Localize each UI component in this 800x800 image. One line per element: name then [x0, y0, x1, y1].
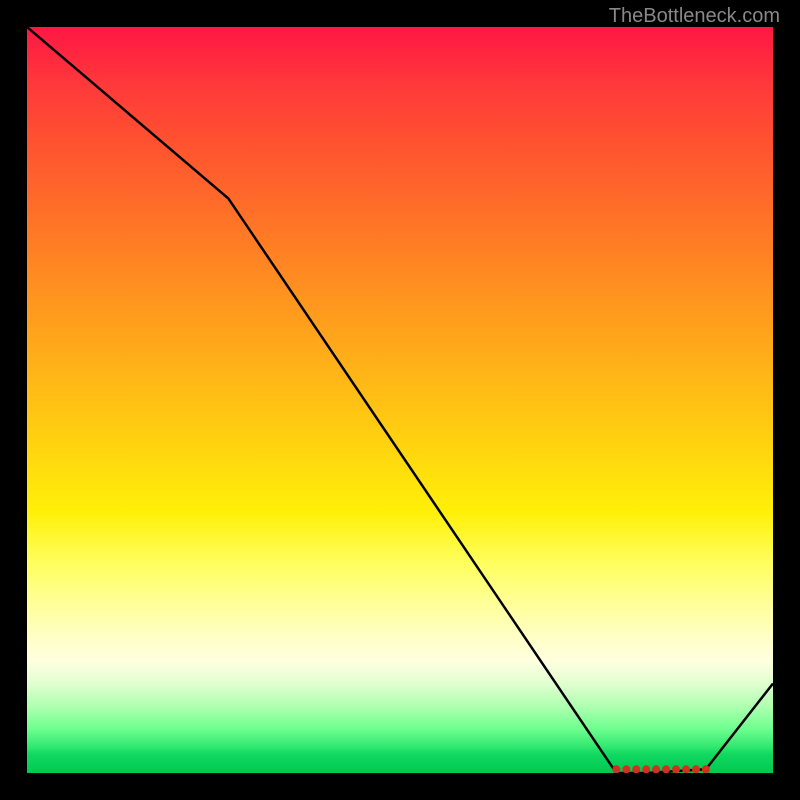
- data-marker: [622, 765, 630, 773]
- data-marker: [702, 765, 710, 773]
- data-marker: [612, 765, 620, 773]
- line-series: [27, 27, 773, 773]
- data-marker: [682, 765, 690, 773]
- data-marker: [662, 765, 670, 773]
- data-line: [27, 27, 773, 773]
- data-marker: [692, 765, 700, 773]
- data-marker: [642, 765, 650, 773]
- data-marker: [652, 765, 660, 773]
- data-marker: [672, 765, 680, 773]
- data-marker: [632, 765, 640, 773]
- plot-area: [27, 27, 773, 773]
- chart-svg: [27, 27, 773, 773]
- watermark-text: TheBottleneck.com: [609, 5, 780, 28]
